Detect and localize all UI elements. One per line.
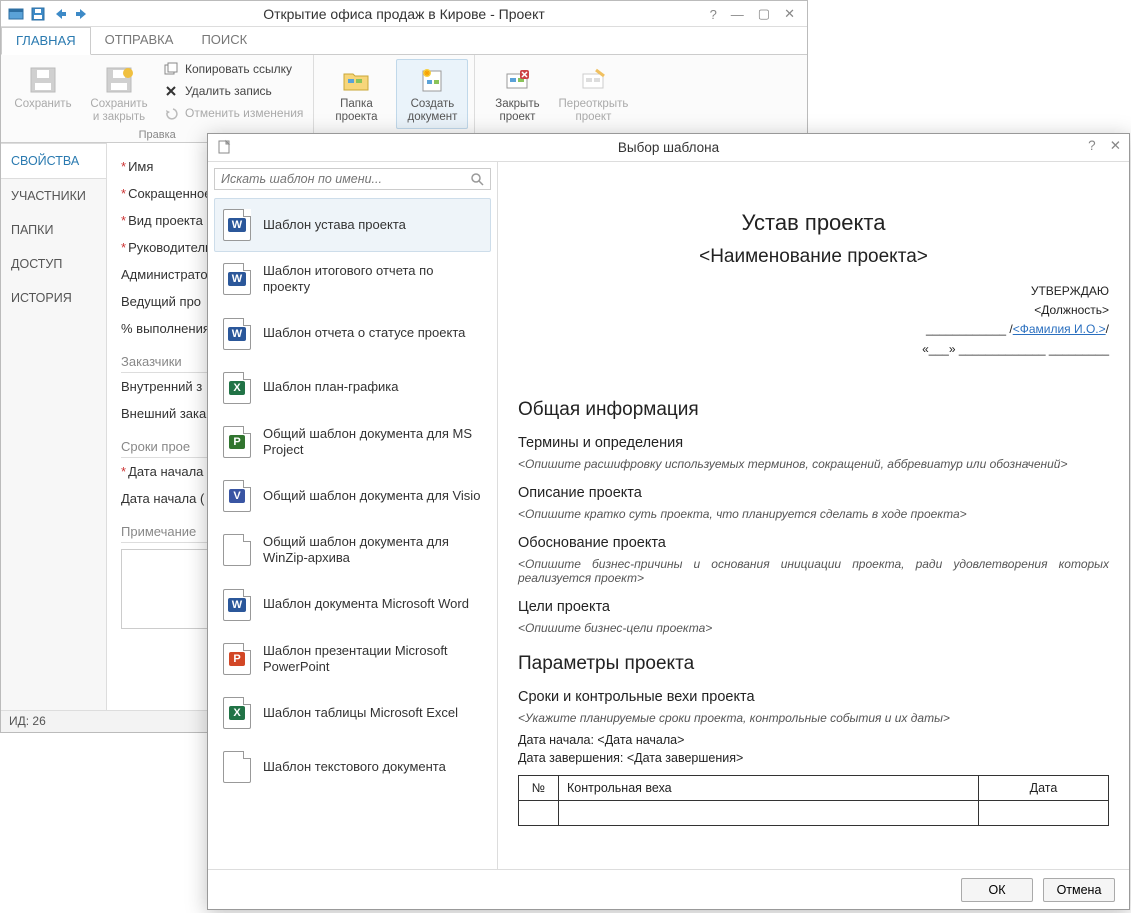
close-proj-icon [501,64,533,96]
sidebar-item-access[interactable]: ДОСТУП [1,247,106,281]
template-panel: W Шаблон устава проекта W Шаблон итогового … [208,162,498,869]
close-project-button[interactable]: Закрыть проект [481,59,553,129]
cancel-button[interactable]: Отмена [1043,878,1115,902]
delete-button[interactable]: Удалить запись [159,81,307,101]
quick-access-toolbar [1,1,807,27]
template-label: Шаблон таблицы Microsoft Excel [263,705,458,721]
template-item[interactable]: W Шаблон документа Microsoft Word [214,578,491,632]
help-icon[interactable]: ? [710,7,717,22]
preview-section-params: Параметры проекта [518,653,1109,675]
dialog-footer: ОК Отмена [208,869,1129,909]
undo-icon [163,105,179,121]
template-label: Шаблон план-графика [263,379,398,395]
template-item[interactable]: P Общий шаблон документа для MS Project [214,415,491,470]
file-icon: P [223,643,251,675]
template-label: Общий шаблон документа для MS Project [263,426,482,459]
search-box[interactable] [214,168,491,190]
file-icon: W [223,263,251,295]
tab-search[interactable]: ПОИСК [187,27,261,54]
template-item[interactable]: W Шаблон отчета о статусе проекта [214,307,491,361]
sidebar-item-history[interactable]: ИСТОРИЯ [1,281,106,315]
file-icon [223,534,251,566]
tab-send[interactable]: ОТПРАВКА [91,27,188,54]
file-icon: W [223,589,251,621]
template-item[interactable]: V Общий шаблон документа для Visio [214,469,491,523]
file-icon: W [223,209,251,241]
file-icon: X [223,697,251,729]
template-label: Шаблон устава проекта [263,217,406,233]
template-item[interactable]: Общий шаблон документа для WinZip-архива [214,523,491,578]
save-icon [27,64,59,96]
save-close-label: Сохранить и закрыть [90,98,147,124]
sidebar: СВОЙСТВА УЧАСТНИКИ ПАПКИ ДОСТУП ИСТОРИЯ [1,143,107,710]
template-item[interactable]: X Шаблон таблицы Microsoft Excel [214,686,491,740]
file-icon: W [223,318,251,350]
ribbon-tabs: ГЛАВНАЯ ОТПРАВКА ПОИСК [1,27,807,55]
file-icon: V [223,480,251,512]
create-doc-icon [416,64,448,96]
sidebar-item-properties[interactable]: СВОЙСТВА [1,143,106,179]
template-item[interactable]: W Шаблон итогового отчета по проекту [214,252,491,307]
qat-save-icon[interactable] [29,5,47,23]
project-folder-button[interactable]: Папка проекта [320,59,392,129]
template-label: Шаблон отчета о статусе проекта [263,325,465,341]
reopen-proj-icon [577,64,609,96]
file-icon: P [223,426,251,458]
tab-main[interactable]: ГЛАВНАЯ [1,27,91,55]
template-label: Шаблон презентации Microsoft PowerPoint [263,643,482,676]
delete-icon [163,83,179,99]
copy-link-button[interactable]: Копировать ссылку [159,59,307,79]
preview-pane: Устав проекта <Наименование проекта> УТВ… [498,162,1129,869]
template-item[interactable]: X Шаблон план-графика [214,361,491,415]
template-label: Шаблон итогового отчета по проекту [263,263,482,296]
milestones-table: №Контрольная вехаДата [518,775,1109,826]
preview-approve-block: УТВЕРЖДАЮ <Должность> ____________ /<Фам… [518,282,1109,359]
dialog-title-bar: Выбор шаблона ? ✕ [208,134,1129,162]
sidebar-item-participants[interactable]: УЧАСТНИКИ [1,179,106,213]
file-icon: X [223,372,251,404]
save-close-button[interactable]: Сохранить и закрыть [83,59,155,129]
file-icon [223,751,251,783]
preview-subtitle: <Наименование проекта> [518,246,1109,268]
qat-back-icon[interactable] [51,5,69,23]
template-item[interactable]: P Шаблон презентации Microsoft PowerPoint [214,632,491,687]
reopen-project-button[interactable]: Переоткрыть проект [557,59,629,129]
ok-button[interactable]: ОК [961,878,1033,902]
window-controls: ? — ▢ ✕ [698,1,807,27]
qat-forward-icon[interactable] [73,5,91,23]
template-label: Общий шаблон документа для WinZip-архива [263,534,482,567]
minimize-icon[interactable]: — [731,7,744,22]
template-label: Шаблон текстового документа [263,759,446,775]
ribbon-body: Сохранить Сохранить и закрыть Копировать… [1,55,807,143]
ribbon-group-close: Закрыть проект Переоткрыть проект [475,55,635,142]
ribbon-group-project: Папка проекта Создать документ [314,55,475,142]
dialog-body: W Шаблон устава проекта W Шаблон итогового … [208,162,1129,869]
undo-button[interactable]: Отменить изменения [159,103,307,123]
preview-section-general: Общая информация [518,399,1109,421]
save-close-icon [103,64,135,96]
search-input[interactable] [221,172,470,186]
dialog-help-icon[interactable]: ? [1088,138,1096,154]
copy-link-icon [163,61,179,77]
maximize-icon[interactable]: ▢ [758,6,770,22]
template-item[interactable]: Шаблон текстового документа [214,740,491,794]
search-icon[interactable] [470,172,484,186]
save-button[interactable]: Сохранить [7,59,79,116]
close-icon[interactable]: ✕ [784,6,795,22]
dialog-doc-icon [216,139,232,155]
folder-icon [340,64,372,96]
template-label: Общий шаблон документа для Visio [263,488,480,504]
template-item[interactable]: W Шаблон устава проекта [214,198,491,252]
save-label: Сохранить [14,98,71,111]
preview-title: Устав проекта [518,210,1109,236]
qat-app-icon[interactable] [7,5,25,23]
template-label: Шаблон документа Microsoft Word [263,596,469,612]
create-document-button[interactable]: Создать документ [396,59,468,129]
ribbon-group-edit: Сохранить Сохранить и закрыть Копировать… [1,55,314,142]
template-dialog: Выбор шаблона ? ✕ W Шаблон устава проекта… [207,133,1130,910]
dialog-close-icon[interactable]: ✕ [1110,138,1121,154]
template-list: W Шаблон устава проекта W Шаблон итогового … [208,196,497,869]
sidebar-item-folders[interactable]: ПАПКИ [1,213,106,247]
